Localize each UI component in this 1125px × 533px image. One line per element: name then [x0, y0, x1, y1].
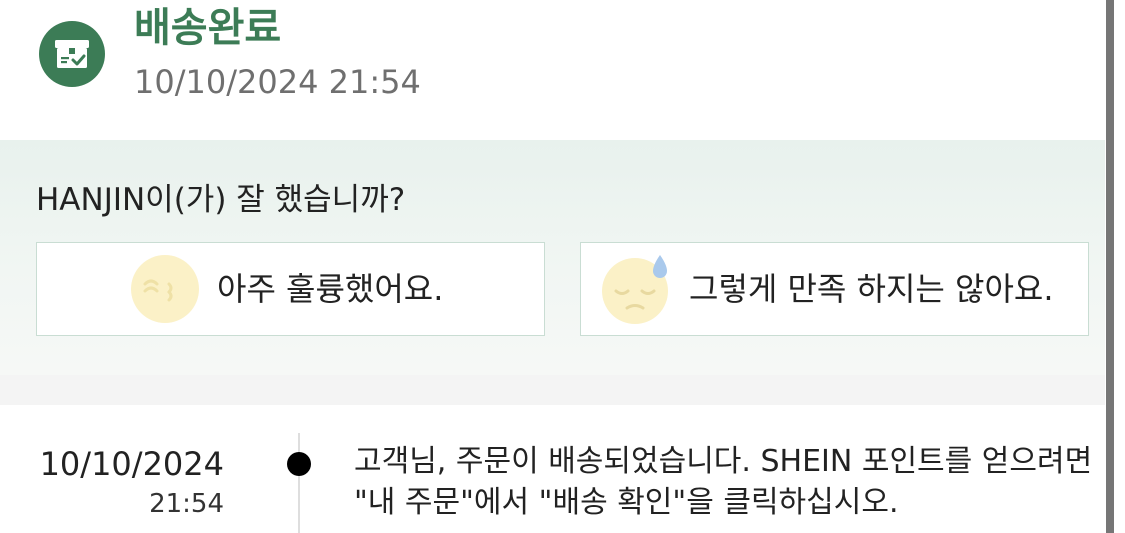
- section-divider: [0, 375, 1105, 405]
- timeline-event-date: 10/10/2024: [39, 445, 224, 483]
- delivery-status-header: 배송완료 10/10/2024 21:54: [0, 0, 1105, 140]
- scrollbar-thumb[interactable]: [1106, 0, 1114, 533]
- scrollbar[interactable]: [1105, 0, 1125, 533]
- rating-option-great-label: 아주 훌륭했어요.: [217, 270, 444, 308]
- delivered-box-check-icon: [39, 21, 105, 87]
- rating-option-great[interactable]: 아주 훌륭했어요.: [36, 242, 545, 336]
- rating-question: HANJIN이(가) 잘 했습니까?: [36, 182, 406, 218]
- rating-option-not-satisfied[interactable]: 그렇게 만족 하지는 않아요.: [580, 242, 1089, 336]
- tracking-timeline: 10/10/2024 21:54 고객님, 주문이 배송되었습니다. SHEIN…: [0, 405, 1105, 533]
- kissing-face-icon: [131, 255, 199, 323]
- timeline-event-time: 21:54: [149, 489, 224, 519]
- timeline-connector-line: [298, 433, 300, 533]
- rating-option-not-satisfied-label: 그렇게 만족 하지는 않아요.: [689, 270, 1054, 308]
- timeline-event-dot: [287, 452, 311, 476]
- carrier-rating-section: HANJIN이(가) 잘 했습니까? 아주 훌륭했어요. 그렇게 만족 하지는 …: [0, 140, 1105, 375]
- sad-sweat-face-icon: [602, 255, 668, 324]
- delivery-status-timestamp: 10/10/2024 21:54: [134, 63, 421, 101]
- delivery-status-title: 배송완료: [134, 5, 282, 51]
- timeline-event-message: 고객님, 주문이 배송되었습니다. SHEIN 포인트를 얻으려면 "내 주문"…: [354, 444, 1093, 520]
